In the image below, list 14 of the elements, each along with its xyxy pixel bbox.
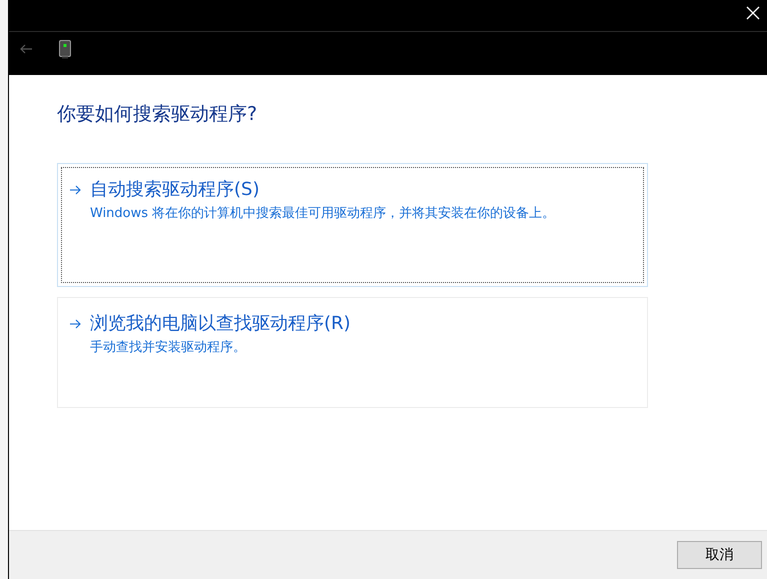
back-button[interactable] bbox=[19, 44, 33, 54]
option-description: Windows 将在你的计算机中搜索最佳可用驱动程序，并将其安装在你的设备上。 bbox=[90, 205, 556, 222]
arrow-icon bbox=[69, 185, 81, 195]
arrow-icon bbox=[69, 319, 81, 329]
cancel-button[interactable]: 取消 bbox=[677, 541, 762, 569]
option-button[interactable]: 自动搜索驱动程序(S) Windows 将在你的计算机中搜索最佳可用驱动程序，并将其安装在你的设备上。 bbox=[57, 163, 648, 287]
option-button[interactable]: 浏览我的电脑以查找驱动程序(R) 手动查找并安装驱动程序。 bbox=[57, 297, 648, 408]
back-arrow-icon bbox=[19, 44, 33, 54]
device-icon bbox=[59, 40, 71, 58]
close-icon bbox=[746, 6, 760, 20]
option-title: 浏览我的电脑以查找驱动程序(R) bbox=[90, 312, 351, 335]
option-title: 自动搜索驱动程序(S) bbox=[90, 178, 260, 201]
option-description: 手动查找并安装驱动程序。 bbox=[90, 339, 247, 356]
dialog-heading: 你要如何搜索驱动程序? bbox=[57, 102, 258, 127]
